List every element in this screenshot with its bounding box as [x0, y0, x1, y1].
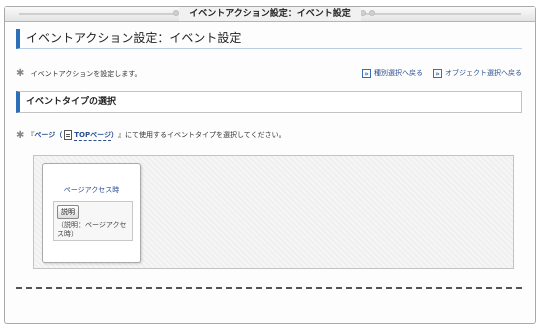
title-bar-decor-left	[19, 13, 194, 15]
back-to-type-label: 種別選択へ戻る	[374, 69, 423, 77]
nav-links: » 種別選択へ戻る » オブジェクト選択へ戻る	[362, 68, 522, 78]
description-row: ✱ イベントアクションを設定します。 » 種別選択へ戻る » オブジェクト選択へ…	[16, 68, 522, 82]
gear-icon: ✱	[16, 129, 25, 141]
control-dot-icon	[369, 10, 375, 16]
gear-icon: ✱	[16, 68, 25, 79]
instruction-suffix: 』にて使用するイベントタイプを選択してください。	[117, 131, 286, 139]
window-title: イベントアクション設定：イベント設定	[179, 7, 361, 21]
title-bar: イベントアクション設定：イベント設定	[5, 7, 535, 22]
description-button[interactable]: 説明	[57, 205, 79, 219]
top-page-link[interactable]: TOPページ	[74, 130, 111, 141]
event-type-card[interactable]: ページアクセス時 説明 （説明：ページアクセス時）	[42, 163, 141, 263]
instruction-row: ✱ 『 ページ （ TOPページ ） 』にて使用するイベントタイプを選択してくだ…	[16, 128, 286, 142]
control-dot-icon	[360, 10, 366, 16]
control-dot-icon	[173, 10, 179, 16]
back-to-object-link[interactable]: » オブジェクト選択へ戻る	[433, 68, 522, 78]
section-heading: イベントタイプの選択	[16, 91, 522, 113]
page-link[interactable]: ページ	[34, 130, 55, 140]
event-type-description-box: 説明 （説明：ページアクセス時）	[53, 201, 133, 241]
event-type-name[interactable]: ページアクセス時	[43, 185, 140, 195]
double-arrow-right-icon: »	[362, 68, 371, 78]
event-type-description: （説明：ページアクセス時）	[57, 221, 127, 238]
footer-divider	[16, 287, 522, 289]
page-title: イベントアクション設定：イベント設定	[16, 29, 522, 49]
page-icon	[64, 130, 73, 140]
instruction-close-paren: ）	[110, 131, 118, 139]
instruction-open-paren: （	[55, 131, 63, 139]
back-to-type-link[interactable]: » 種別選択へ戻る	[362, 68, 423, 78]
double-arrow-right-icon: »	[433, 68, 442, 78]
back-to-object-label: オブジェクト選択へ戻る	[445, 69, 522, 77]
instruction-prefix: 『	[27, 131, 35, 139]
event-types-panel: ページアクセス時 説明 （説明：ページアクセス時）	[33, 155, 514, 269]
page-description: イベントアクションを設定します。	[30, 70, 142, 78]
